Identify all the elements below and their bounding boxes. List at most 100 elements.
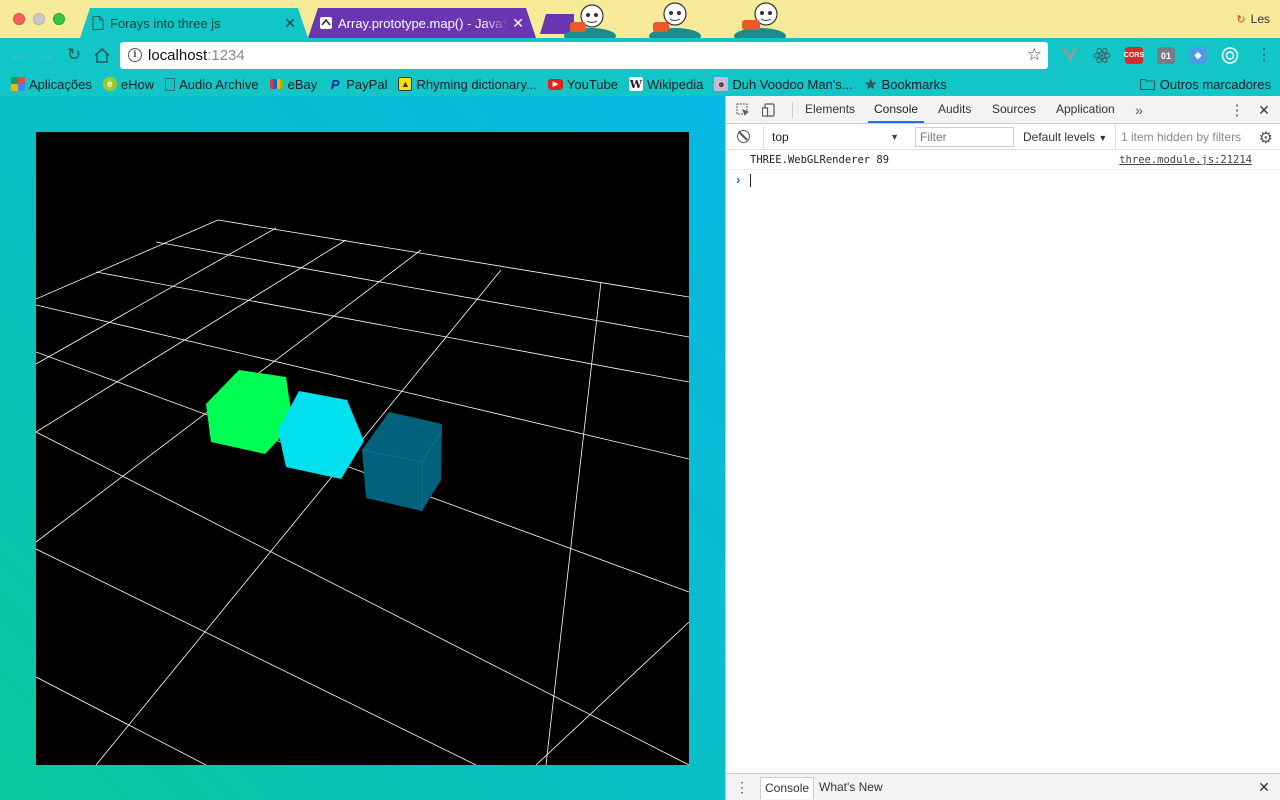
maximize-window-button[interactable] xyxy=(53,13,65,25)
minimize-window-button[interactable] xyxy=(33,13,45,25)
bookmark-label: Audio Archive xyxy=(179,76,259,92)
bookmark-label: YouTube xyxy=(566,76,618,92)
devtools-menu-icon[interactable]: ⋮ xyxy=(1229,102,1245,119)
console-prompt[interactable]: › xyxy=(726,170,1280,190)
chevron-down-icon: ▼ xyxy=(890,132,899,142)
bookmark-label: Bookmarks xyxy=(881,76,947,92)
bookmark-ebay[interactable]: eBay xyxy=(269,76,318,92)
close-drawer-icon[interactable]: ✕ xyxy=(1256,779,1272,795)
tab-close-icon[interactable]: ✕ xyxy=(512,14,524,32)
voodoo-icon: ☻ xyxy=(714,77,729,91)
log-levels-label: Default levels xyxy=(1023,130,1096,144)
chevron-down-icon: ▼ xyxy=(1098,133,1108,143)
react-devtools-icon[interactable] xyxy=(1093,47,1111,64)
inspect-element-icon[interactable] xyxy=(735,102,751,118)
devtools-panel: Elements Console Audits Sources Applicat… xyxy=(725,96,1280,800)
bookmark-folder-bookmarks[interactable]: ★ Bookmarks xyxy=(864,75,947,92)
devtools-tabbar: Elements Console Audits Sources Applicat… xyxy=(726,96,1280,124)
console-settings-icon[interactable]: ⚙ xyxy=(1259,128,1273,148)
tab-title: Array.prototype.map() - JavaScript | MDN xyxy=(338,15,508,31)
tab-array-map-mdn[interactable]: Array.prototype.map() - JavaScript | MDN… xyxy=(308,8,536,38)
tab-title: Forays into three js xyxy=(110,15,221,31)
bookmark-label: eHow xyxy=(120,76,155,92)
theme-character-icon xyxy=(649,2,701,38)
bookmark-ehow[interactable]: e eHow xyxy=(102,76,155,92)
cyan-cube xyxy=(278,391,364,479)
back-button[interactable]: ← xyxy=(6,43,30,67)
wikipedia-icon: W xyxy=(628,77,643,91)
vue-devtools-icon[interactable] xyxy=(1061,47,1079,64)
tab-console[interactable]: Console xyxy=(868,96,925,123)
sync-error-icon: ↻ xyxy=(1236,13,1246,26)
bookmark-wikipedia[interactable]: W Wikipedia xyxy=(628,76,704,92)
console-toolbar: top ▼ Default levels ▼ 1 item hidden by … xyxy=(726,124,1280,150)
toolbar-divider xyxy=(792,102,793,118)
hidden-items-count: 1 item hidden by filters xyxy=(1115,124,1241,150)
bookmark-label: Rhyming dictionary... xyxy=(416,76,537,92)
bookmark-label: Wikipedia xyxy=(646,76,704,92)
drawer-menu-icon[interactable]: ⋮ xyxy=(734,779,750,795)
counter-extension-icon[interactable]: 01 xyxy=(1157,47,1175,64)
bookmark-label: Aplicações xyxy=(29,76,92,92)
device-toolbar-icon[interactable] xyxy=(761,102,777,118)
dropbox-extension-icon[interactable]: ◆ xyxy=(1189,47,1207,64)
tab-elements[interactable]: Elements xyxy=(799,96,861,123)
target-extension-icon[interactable] xyxy=(1221,47,1239,64)
home-button[interactable] xyxy=(90,43,114,67)
tab-audits[interactable]: Audits xyxy=(932,96,977,123)
cors-extension-icon[interactable]: CORS xyxy=(1124,47,1144,64)
url-port: :1234 xyxy=(207,47,245,64)
ebay-icon xyxy=(269,79,284,89)
clear-console-icon[interactable] xyxy=(737,130,750,143)
bookmark-label: eBay xyxy=(287,76,318,92)
star-icon: ★ xyxy=(864,75,877,92)
more-tabs-icon[interactable]: » xyxy=(1131,102,1147,118)
tab-strip: Forays into three js ✕ Array.prototype.m… xyxy=(0,0,1280,38)
bookmark-star-icon[interactable]: ☆ xyxy=(1027,45,1042,65)
close-window-button[interactable] xyxy=(13,13,25,25)
apps-grid-icon xyxy=(11,77,25,91)
bookmark-youtube[interactable]: ▶ YouTube xyxy=(547,76,618,92)
forward-button[interactable]: → xyxy=(34,43,58,67)
bookmark-duh-voodoo[interactable]: ☻ Duh Voodoo Man's... xyxy=(714,77,853,92)
bookmark-paypal[interactable]: P PayPal xyxy=(328,76,388,92)
floor-grid xyxy=(35,219,690,766)
context-selector[interactable]: top ▼ xyxy=(763,126,903,148)
log-source-link[interactable]: three.module.js:21214 xyxy=(1119,150,1252,170)
drawer-tab-console[interactable]: Console xyxy=(760,777,815,799)
bookmark-label: Outros marcadores xyxy=(1159,76,1271,92)
ehow-icon: e xyxy=(102,77,117,91)
tab-application[interactable]: Application xyxy=(1050,96,1121,123)
mdn-icon xyxy=(320,16,332,30)
context-value: top xyxy=(772,130,789,144)
drawer-tab-whats-new[interactable]: What's New xyxy=(815,777,887,799)
home-icon xyxy=(94,47,110,63)
close-devtools-icon[interactable]: ✕ xyxy=(1256,102,1272,118)
webgl-canvas[interactable] xyxy=(35,132,690,766)
profile-name: Les xyxy=(1250,12,1270,26)
browser-menu-icon[interactable]: ⋮ xyxy=(1252,43,1276,67)
scene-render xyxy=(35,219,690,766)
info-icon[interactable]: i xyxy=(128,48,142,62)
text-cursor xyxy=(750,174,751,187)
console-log-entry: THREE.WebGLRenderer 89 three.module.js:2… xyxy=(726,150,1280,170)
log-levels-dropdown[interactable]: Default levels ▼ xyxy=(1023,124,1107,151)
prompt-chevron-icon: › xyxy=(736,172,741,187)
profile-button[interactable]: ↻ Les xyxy=(1236,12,1270,26)
browser-toolbar: ← → ↻ i localhost:1234 ☆ CORS 01 ◆ ⋮ xyxy=(0,38,1280,72)
tab-forays-three-js[interactable]: Forays into three js ✕ xyxy=(80,8,308,38)
page-icon xyxy=(92,16,104,30)
bookmark-aplicacoes[interactable]: Aplicações xyxy=(11,77,92,92)
tab-sources[interactable]: Sources xyxy=(986,96,1042,123)
cube-group xyxy=(206,370,442,511)
bookmarks-bar: Aplicações e eHow Audio Archive eBay P P… xyxy=(0,72,1280,96)
tab-close-icon[interactable]: ✕ xyxy=(284,14,296,32)
bookmark-rhyming-dictionary[interactable]: ▲ Rhyming dictionary... xyxy=(398,76,537,92)
console-filter-input[interactable] xyxy=(915,127,1014,147)
reload-button[interactable]: ↻ xyxy=(62,43,86,67)
address-bar[interactable]: i localhost:1234 ☆ xyxy=(120,42,1048,69)
bookmark-audio-archive[interactable]: Audio Archive xyxy=(165,77,259,92)
bookmark-other-folder[interactable]: Outros marcadores xyxy=(1139,76,1271,92)
theme-character-icon xyxy=(734,2,786,38)
paypal-icon: P xyxy=(330,76,340,92)
